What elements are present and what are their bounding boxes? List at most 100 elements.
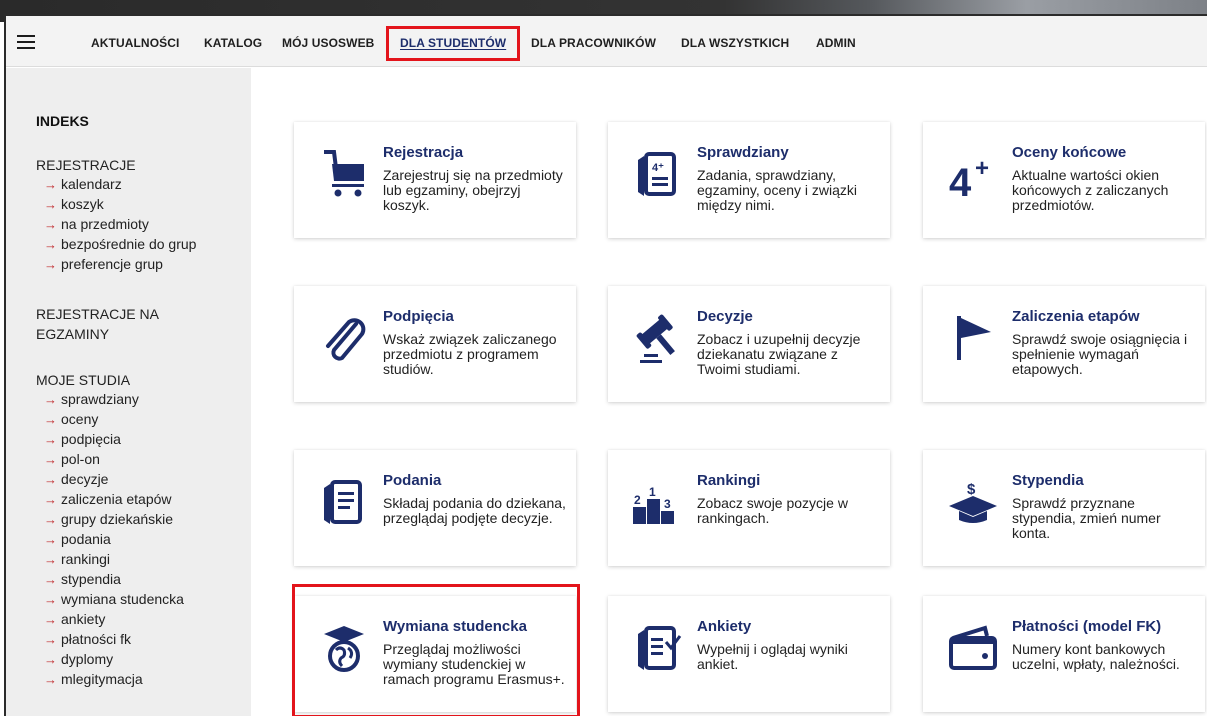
- top-navbar: AKTUALNOŚCI KATALOG MÓJ USOSWEB DLA STUD…: [6, 16, 1207, 67]
- hamburger-menu-icon[interactable]: [17, 35, 35, 49]
- card-title: Zaliczenia etapów: [1012, 308, 1140, 325]
- svg-text:$: $: [967, 481, 976, 498]
- card-podpiecia[interactable]: Podpięcia Wskaż związek zaliczanego prze…: [294, 286, 576, 402]
- arrow-right-icon: →: [44, 432, 57, 447]
- sidebar-link-bezposrednie-do-grup[interactable]: → bezpośrednie do grup: [44, 234, 196, 255]
- card-description: Sprawdź przyznane stypendia, zmień numer…: [1012, 495, 1161, 541]
- card-zaliczenia-etapow[interactable]: Zaliczenia etapów Sprawdź swoje osiągnię…: [923, 286, 1205, 402]
- sidebar-link-preferencje-grup[interactable]: → preferencje grup: [44, 254, 163, 275]
- document-icon: [316, 474, 372, 530]
- arrow-right-icon: →: [44, 452, 57, 467]
- sidebar-link-stypendia[interactable]: → stypendia: [44, 569, 121, 590]
- nav-dla-studentow[interactable]: DLA STUDENTÓW: [400, 36, 506, 50]
- sidebar-section-rejestracje: REJESTRACJE: [36, 157, 136, 173]
- nav-admin[interactable]: ADMIN: [816, 36, 856, 50]
- svg-text:2: 2: [634, 493, 641, 507]
- page-frame: AKTUALNOŚCI KATALOG MÓJ USOSWEB DLA STUD…: [4, 14, 1207, 716]
- card-description: Wypełnij i oglądaj wyniki ankiet.: [697, 641, 848, 672]
- sidebar-link-koszyk[interactable]: → koszyk: [44, 194, 104, 215]
- nav-aktualnosci[interactable]: AKTUALNOŚCI: [91, 36, 179, 50]
- card-title: Wymiana studencka: [383, 618, 527, 635]
- gavel-icon: [630, 310, 686, 366]
- card-oceny-koncowe[interactable]: 4 + Oceny końcowe Aktualne wartości okie…: [923, 122, 1205, 238]
- card-sprawdziany[interactable]: 4⁺ Sprawdziany Zadania, sprawdziany, egz…: [608, 122, 890, 238]
- card-podania[interactable]: Podania Składaj podania do dziekana, prz…: [294, 450, 576, 566]
- sidebar-link-platnosci-fk[interactable]: → płatności fk: [44, 629, 131, 650]
- card-title: Decyzje: [697, 308, 753, 325]
- arrow-right-icon: →: [44, 572, 57, 587]
- card-description: Zobacz swoje pozycje w rankingach.: [697, 495, 848, 526]
- card-title: Płatności (model FK): [1012, 618, 1162, 635]
- cart-icon: [316, 146, 372, 202]
- arrow-right-icon: →: [44, 552, 57, 567]
- card-description: Zadania, sprawdziany, egzaminy, oceny i …: [697, 167, 858, 213]
- card-stypendia[interactable]: $ Stypendia Sprawdź przyznane stypendia,…: [923, 450, 1205, 566]
- card-title: Podpięcia: [383, 308, 454, 325]
- card-title: Oceny końcowe: [1012, 144, 1127, 161]
- card-description: Wskaż związek zaliczanego przedmiotu z p…: [383, 331, 557, 377]
- sidebar-link-sprawdziany[interactable]: → sprawdziany: [44, 389, 139, 410]
- nav-dla-pracownikow[interactable]: DLA PRACOWNIKÓW: [531, 36, 656, 50]
- arrow-right-icon: →: [44, 177, 57, 192]
- card-description: Zobacz i uzupełnij decyzje dziekanatu zw…: [697, 331, 861, 377]
- card-title: Sprawdziany: [697, 144, 789, 161]
- card-platnosci[interactable]: Płatności (model FK) Numery kont bankowy…: [923, 596, 1205, 712]
- card-description: Sprawdź swoje osiągnięcia i spełnienie w…: [1012, 331, 1188, 377]
- nav-moj-usosweb[interactable]: MÓJ USOSWEB: [282, 36, 374, 50]
- test-sheet-icon: 4⁺: [630, 146, 686, 202]
- svg-text:+: +: [975, 155, 989, 182]
- card-rejestracja[interactable]: Rejestracja Zarejestruj się na przedmiot…: [294, 122, 576, 238]
- card-rankingi[interactable]: 2 1 3 Rankingi Zobacz swoje pozycje w ra…: [608, 450, 890, 566]
- sidebar-link-mlegitymacja[interactable]: → mlegitymacja: [44, 669, 143, 690]
- arrow-right-icon: →: [44, 612, 57, 627]
- paperclip-icon: [316, 310, 372, 366]
- sidebar-link-kalendarz[interactable]: → kalendarz: [44, 174, 122, 195]
- card-wymiana-studencka[interactable]: Wymiana studencka Przeglądaj możliwości …: [294, 596, 576, 712]
- survey-icon: [630, 620, 686, 676]
- sidebar-link-rankingi[interactable]: → rankingi: [44, 549, 110, 570]
- sidebar-link-zaliczenia-etapow[interactable]: → zaliczenia etapów: [44, 489, 172, 510]
- arrow-right-icon: →: [44, 672, 57, 687]
- sidebar-link-wymiana-studencka[interactable]: → wymiana studencka: [44, 589, 184, 610]
- arrow-right-icon: →: [44, 492, 57, 507]
- sidebar-link-grupy-dziekanskie[interactable]: → grupy dziekańskie: [44, 509, 173, 530]
- svg-text:4⁺: 4⁺: [652, 162, 664, 174]
- card-title: Rankingi: [697, 472, 761, 489]
- nav-dla-wszystkich[interactable]: DLA WSZYSTKICH: [681, 36, 789, 50]
- sidebar-link-decyzje[interactable]: → decyzje: [44, 469, 108, 490]
- arrow-right-icon: →: [44, 237, 57, 252]
- sidebar-link-ankiety[interactable]: → ankiety: [44, 609, 105, 630]
- card-description: Składaj podania do dziekana, przeglądaj …: [383, 495, 566, 526]
- svg-text:1: 1: [649, 485, 656, 499]
- sidebar-link-dyplomy[interactable]: → dyplomy: [44, 649, 113, 670]
- arrow-right-icon: →: [44, 257, 57, 272]
- sidebar-link-podania[interactable]: → podania: [44, 529, 111, 550]
- card-ankiety[interactable]: Ankiety Wypełnij i oglądaj wyniki ankiet…: [608, 596, 890, 712]
- sidebar-link-oceny[interactable]: → oceny: [44, 409, 98, 430]
- card-title: Stypendia: [1012, 472, 1084, 489]
- wallet-icon: [945, 620, 1001, 676]
- arrow-right-icon: →: [44, 592, 57, 607]
- sidebar-link-pol-on[interactable]: → pol-on: [44, 449, 100, 470]
- arrow-right-icon: →: [44, 512, 57, 527]
- card-title: Ankiety: [697, 618, 752, 635]
- card-title: Podania: [383, 472, 442, 489]
- nav-katalog[interactable]: KATALOG: [204, 36, 262, 50]
- podium-icon: 2 1 3: [630, 474, 686, 530]
- card-description: Zarejestruj się na przedmioty lub egzami…: [383, 167, 563, 213]
- svg-text:3: 3: [664, 497, 671, 511]
- card-description: Aktualne wartości okien końcowych z zali…: [1012, 167, 1169, 213]
- globe-cap-icon: [316, 620, 372, 676]
- sidebar-link-podpiecia[interactable]: → podpięcia: [44, 429, 121, 450]
- arrow-right-icon: →: [44, 472, 57, 487]
- sidebar-section-moje-studia: MOJE STUDIA: [36, 372, 131, 388]
- card-description: Numery kont bankowych uczelni, wpłaty, n…: [1012, 641, 1180, 672]
- arrow-right-icon: →: [44, 632, 57, 647]
- arrow-right-icon: →: [44, 197, 57, 212]
- arrow-right-icon: →: [44, 392, 57, 407]
- sidebar-section-rejestracje-na-egzaminy[interactable]: REJESTRACJE NA EGZAMINY: [36, 304, 216, 344]
- sidebar-heading: INDEKS: [36, 113, 89, 129]
- sidebar-link-na-przedmioty[interactable]: → na przedmioty: [44, 214, 149, 235]
- card-title: Rejestracja: [383, 144, 464, 161]
- card-decyzje[interactable]: Decyzje Zobacz i uzupełnij decyzje dziek…: [608, 286, 890, 402]
